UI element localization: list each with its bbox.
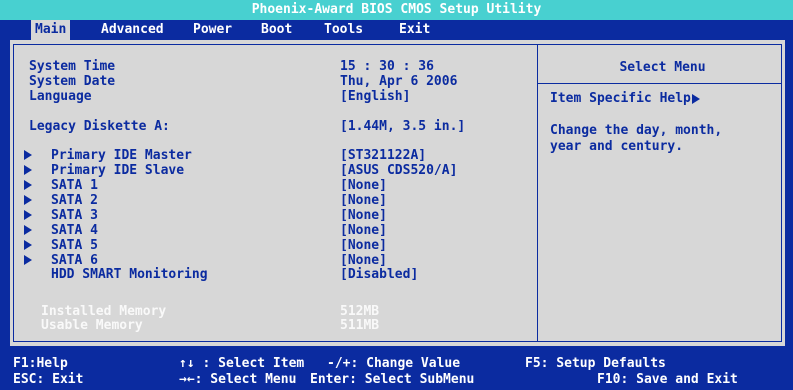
submenu-arrow-icon bbox=[24, 240, 32, 250]
help-key: F1:Help bbox=[13, 356, 68, 371]
select-item-key: ↑↓ : Select Item bbox=[179, 356, 305, 371]
tab-main[interactable]: Main bbox=[31, 20, 71, 40]
tab-power[interactable]: Power bbox=[189, 20, 236, 40]
change-value-key: -/+: Change Value bbox=[327, 356, 461, 371]
system-time-value[interactable]: 15 : 30 : 36 bbox=[340, 59, 434, 74]
sata-3-value: [None] bbox=[340, 208, 387, 223]
sata-1-value: [None] bbox=[340, 178, 387, 193]
legacy-diskette-value[interactable]: [1.44M, 3.5 in.] bbox=[340, 119, 465, 134]
setup-defaults-key: F5: Setup Defaults bbox=[525, 356, 666, 371]
hdd-smart-value[interactable]: [Disabled] bbox=[340, 267, 418, 282]
language-value[interactable]: [English] bbox=[340, 89, 410, 104]
item-help-heading: Item Specific Help bbox=[550, 91, 700, 106]
key-legend: F1:Help ↑↓ : Select Item -/+: Change Val… bbox=[0, 352, 793, 390]
tab-tools[interactable]: Tools bbox=[320, 20, 367, 40]
sata-4-value: [None] bbox=[340, 223, 387, 238]
sata-5-label[interactable]: SATA 5 bbox=[51, 238, 98, 253]
installed-memory-value: 512MB bbox=[340, 304, 380, 319]
submenu-arrow-icon bbox=[24, 150, 32, 160]
tab-exit[interactable]: Exit bbox=[395, 20, 434, 40]
select-submenu-key: Enter: Select SubMenu bbox=[310, 372, 475, 387]
submenu-arrow-icon bbox=[24, 255, 32, 265]
submenu-arrow-icon bbox=[24, 165, 32, 175]
system-date-label: System Date bbox=[29, 74, 116, 89]
primary-ide-slave-label[interactable]: Primary IDE Slave bbox=[51, 163, 184, 178]
menu-bar: Main Advanced Power Boot Tools Exit bbox=[0, 20, 793, 40]
item-help-label: Item Specific Help bbox=[550, 91, 691, 106]
language-label: Language bbox=[29, 89, 92, 104]
sata-6-label[interactable]: SATA 6 bbox=[51, 253, 98, 268]
help-title: Select Menu bbox=[619, 60, 706, 75]
settings-panel: System Time 15 : 30 : 36 System Date Thu… bbox=[10, 40, 785, 346]
submenu-arrow-icon bbox=[24, 210, 32, 220]
submenu-arrow-icon bbox=[24, 195, 32, 205]
save-exit-key: F10: Save and Exit bbox=[597, 372, 738, 387]
help-text: Change the day, month, year and century. bbox=[550, 123, 723, 154]
legacy-diskette-label: Legacy Diskette A: bbox=[29, 119, 170, 134]
submenu-arrow-icon bbox=[24, 225, 32, 235]
help-arrow-icon bbox=[691, 93, 700, 104]
sata-4-label[interactable]: SATA 4 bbox=[51, 223, 98, 238]
sata-2-value: [None] bbox=[340, 193, 387, 208]
primary-ide-master-value: [ST321122A] bbox=[340, 148, 427, 163]
exit-key: ESC: Exit bbox=[13, 372, 84, 387]
tab-advanced[interactable]: Advanced bbox=[97, 20, 168, 40]
window-title: Phoenix-Award BIOS CMOS Setup Utility bbox=[0, 0, 793, 20]
help-divider bbox=[537, 44, 538, 342]
sata-2-label[interactable]: SATA 2 bbox=[51, 193, 98, 208]
system-date-value[interactable]: Thu, Apr 6 2006 bbox=[340, 74, 457, 89]
sata-5-value: [None] bbox=[340, 238, 387, 253]
primary-ide-master-label[interactable]: Primary IDE Master bbox=[51, 148, 192, 163]
installed-memory-label: Installed Memory bbox=[41, 304, 167, 319]
sata-3-label[interactable]: SATA 3 bbox=[51, 208, 98, 223]
help-title-divider bbox=[537, 83, 782, 84]
system-time-label: System Time bbox=[29, 59, 116, 74]
select-menu-key: →←: Select Menu bbox=[179, 372, 297, 387]
hdd-smart-label: HDD SMART Monitoring bbox=[51, 267, 208, 282]
sata-6-value: [None] bbox=[340, 253, 387, 268]
submenu-arrow-icon bbox=[24, 180, 32, 190]
tab-boot[interactable]: Boot bbox=[257, 20, 296, 40]
primary-ide-slave-value: [ASUS CDS520/A] bbox=[340, 163, 458, 178]
sata-1-label[interactable]: SATA 1 bbox=[51, 178, 98, 193]
usable-memory-label: Usable Memory bbox=[41, 318, 143, 333]
usable-memory-value: 511MB bbox=[340, 318, 380, 333]
